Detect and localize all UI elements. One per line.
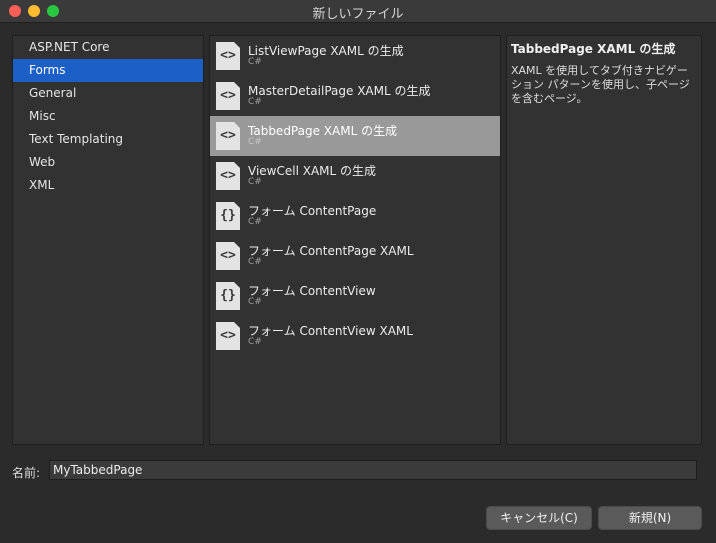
new-button[interactable]: 新規(N)	[598, 506, 702, 530]
template-language: C#	[248, 297, 262, 307]
template-language: C#	[248, 177, 262, 187]
category-item-aspnet-core[interactable]: ASP.NET Core	[13, 36, 203, 59]
template-description-panel: TabbedPage XAML の生成 XAML を使用してタブ付きナビゲーショ…	[506, 35, 702, 445]
template-list: <> ListViewPage XAML の生成 C# <> MasterDet…	[209, 35, 501, 445]
window-title: 新しいファイル	[312, 7, 404, 22]
template-name: フォーム ContentView XAML	[248, 324, 413, 338]
category-item-text-templating[interactable]: Text Templating	[13, 128, 203, 151]
template-name: フォーム ContentView	[248, 284, 376, 298]
csharp-class-icon: {}	[216, 202, 240, 230]
template-item-viewcell[interactable]: <> ViewCell XAML の生成 C#	[210, 156, 500, 196]
template-name: フォーム ContentPage	[248, 204, 377, 218]
xaml-code-icon: <>	[216, 122, 240, 150]
title-bar: 新しいファイル	[0, 0, 716, 23]
template-language: C#	[248, 257, 262, 267]
name-label: 名前:	[12, 466, 41, 480]
xaml-code-icon: <>	[216, 82, 240, 110]
description-title: TabbedPage XAML の生成	[511, 42, 676, 56]
template-item-forms-contentview-xaml[interactable]: <> フォーム ContentView XAML C#	[210, 316, 500, 356]
template-name: TabbedPage XAML の生成	[248, 124, 398, 138]
template-item-tabbedpage[interactable]: <> TabbedPage XAML の生成 C#	[210, 116, 500, 156]
template-name: ViewCell XAML の生成	[248, 164, 377, 178]
category-item-web[interactable]: Web	[13, 151, 203, 174]
template-item-forms-contentpage-xaml[interactable]: <> フォーム ContentPage XAML C#	[210, 236, 500, 276]
template-language: C#	[248, 337, 262, 347]
template-item-forms-contentview[interactable]: {} フォーム ContentView C#	[210, 276, 500, 316]
template-name: ListViewPage XAML の生成	[248, 44, 404, 58]
category-item-general[interactable]: General	[13, 82, 203, 105]
description-body: XAML を使用してタブ付きナビゲーション パターンを使用し、子ページを含むペー…	[511, 64, 690, 105]
xaml-code-icon: <>	[216, 162, 240, 190]
xaml-code-icon: <>	[216, 322, 240, 350]
template-language: C#	[248, 217, 262, 227]
cancel-button[interactable]: キャンセル(C)	[486, 506, 592, 530]
xaml-code-icon: <>	[216, 242, 240, 270]
template-language: C#	[248, 137, 262, 147]
xaml-code-icon: <>	[216, 42, 240, 70]
category-item-xml[interactable]: XML	[13, 174, 203, 197]
template-item-forms-contentpage[interactable]: {} フォーム ContentPage C#	[210, 196, 500, 236]
template-item-masterdetailpage[interactable]: <> MasterDetailPage XAML の生成 C#	[210, 76, 500, 116]
template-name: MasterDetailPage XAML の生成	[248, 84, 431, 98]
category-item-forms[interactable]: Forms	[13, 59, 203, 82]
template-item-listviewpage[interactable]: <> ListViewPage XAML の生成 C#	[210, 36, 500, 76]
category-list: ASP.NET Core Forms General Misc Text Tem…	[12, 35, 204, 445]
template-language: C#	[248, 57, 262, 67]
template-name: フォーム ContentPage XAML	[248, 244, 414, 258]
category-item-misc[interactable]: Misc	[13, 105, 203, 128]
file-name-input[interactable]	[49, 460, 697, 480]
template-language: C#	[248, 97, 262, 107]
csharp-class-icon: {}	[216, 282, 240, 310]
